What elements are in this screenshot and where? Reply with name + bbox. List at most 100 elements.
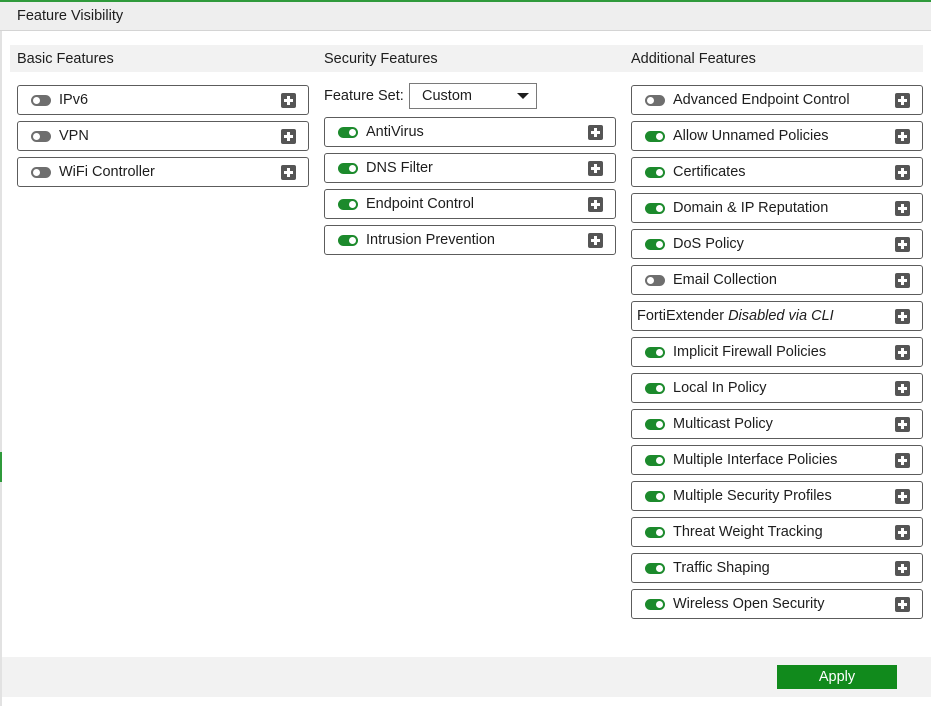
- plus-icon[interactable]: [588, 233, 603, 248]
- feature-row-dos-policy[interactable]: DoS Policy: [631, 229, 923, 259]
- plus-icon[interactable]: [588, 197, 603, 212]
- feature-row-intrusion-prevention[interactable]: Intrusion Prevention: [324, 225, 616, 255]
- plus-icon[interactable]: [895, 381, 910, 396]
- feature-label: VPN: [59, 128, 89, 144]
- feature-row-wifi-controller[interactable]: WiFi Controller: [17, 157, 309, 187]
- feature-row-multicast-policy[interactable]: Multicast Policy: [631, 409, 923, 439]
- feature-row-traffic-shaping[interactable]: Traffic Shaping: [631, 553, 923, 583]
- feature-row-multiple-security-profiles[interactable]: Multiple Security Profiles: [631, 481, 923, 511]
- feature-set-label: Feature Set:: [324, 88, 404, 104]
- plus-icon[interactable]: [281, 165, 296, 180]
- plus-icon[interactable]: [895, 129, 910, 144]
- toggle-knob: [349, 165, 356, 172]
- feature-row-implicit-firewall-policies[interactable]: Implicit Firewall Policies: [631, 337, 923, 367]
- toggle-switch[interactable]: [338, 127, 358, 138]
- toggle-switch[interactable]: [645, 599, 665, 610]
- toggle-knob: [349, 129, 356, 136]
- plus-icon[interactable]: [895, 165, 910, 180]
- toggle-knob: [349, 237, 356, 244]
- plus-icon[interactable]: [895, 561, 910, 576]
- additional-features-header: Additional Features: [631, 51, 756, 67]
- toggle-knob: [33, 97, 40, 104]
- toggle-switch[interactable]: [645, 383, 665, 394]
- feature-label: Multiple Interface Policies: [673, 452, 838, 468]
- toggle-knob: [656, 529, 663, 536]
- toggle-knob: [656, 349, 663, 356]
- plus-icon[interactable]: [895, 201, 910, 216]
- feature-set-select[interactable]: Custom: [409, 83, 537, 109]
- toggle-knob: [647, 97, 654, 104]
- plus-icon[interactable]: [588, 161, 603, 176]
- feature-row-advanced-endpoint-control[interactable]: Advanced Endpoint Control: [631, 85, 923, 115]
- feature-row-certificates[interactable]: Certificates: [631, 157, 923, 187]
- plus-icon[interactable]: [281, 93, 296, 108]
- plus-icon[interactable]: [895, 309, 910, 324]
- feature-row-local-in-policy[interactable]: Local In Policy: [631, 373, 923, 403]
- plus-icon[interactable]: [895, 273, 910, 288]
- feature-label: AntiVirus: [366, 124, 424, 140]
- toggle-switch[interactable]: [31, 131, 51, 142]
- toggle-switch[interactable]: [645, 491, 665, 502]
- toggle-switch[interactable]: [645, 275, 665, 286]
- feature-row-fortiextender[interactable]: FortiExtender Disabled via CLI: [631, 301, 923, 331]
- plus-icon[interactable]: [895, 93, 910, 108]
- feature-row-ipv6[interactable]: IPv6: [17, 85, 309, 115]
- toggle-switch[interactable]: [645, 455, 665, 466]
- toggle-knob: [656, 133, 663, 140]
- feature-label: Intrusion Prevention: [366, 232, 495, 248]
- feature-label: Traffic Shaping: [673, 560, 770, 576]
- feature-label: Domain & IP Reputation: [673, 200, 829, 216]
- plus-icon[interactable]: [895, 345, 910, 360]
- toggle-switch[interactable]: [31, 167, 51, 178]
- toggle-switch[interactable]: [338, 199, 358, 210]
- plus-icon[interactable]: [895, 597, 910, 612]
- apply-button[interactable]: Apply: [777, 665, 897, 689]
- feature-row-dns-filter[interactable]: DNS Filter: [324, 153, 616, 183]
- toggle-switch[interactable]: [645, 95, 665, 106]
- plus-icon[interactable]: [281, 129, 296, 144]
- plus-icon[interactable]: [895, 417, 910, 432]
- toggle-switch[interactable]: [645, 167, 665, 178]
- plus-icon[interactable]: [895, 489, 910, 504]
- feature-note: Disabled via CLI: [728, 308, 834, 324]
- toggle-switch[interactable]: [645, 239, 665, 250]
- toggle-switch[interactable]: [338, 235, 358, 246]
- page-title: Feature Visibility: [17, 8, 124, 24]
- toggle-switch[interactable]: [645, 131, 665, 142]
- toggle-knob: [33, 169, 40, 176]
- toggle-knob: [656, 385, 663, 392]
- toggle-switch[interactable]: [645, 563, 665, 574]
- feature-row-threat-weight-tracking[interactable]: Threat Weight Tracking: [631, 517, 923, 547]
- feature-label: Email Collection: [673, 272, 777, 288]
- feature-row-email-collection[interactable]: Email Collection: [631, 265, 923, 295]
- plus-icon[interactable]: [588, 125, 603, 140]
- toggle-knob: [656, 205, 663, 212]
- feature-row-wireless-open-security[interactable]: Wireless Open Security: [631, 589, 923, 619]
- toggle-switch[interactable]: [338, 163, 358, 174]
- feature-row-domain-and-ip-reputation[interactable]: Domain & IP Reputation: [631, 193, 923, 223]
- feature-row-allow-unnamed-policies[interactable]: Allow Unnamed Policies: [631, 121, 923, 151]
- toggle-switch[interactable]: [31, 95, 51, 106]
- toggle-switch[interactable]: [645, 347, 665, 358]
- feature-row-antivirus[interactable]: AntiVirus: [324, 117, 616, 147]
- feature-label: DNS Filter: [366, 160, 433, 176]
- feature-row-vpn[interactable]: VPN: [17, 121, 309, 151]
- feature-label: DoS Policy: [673, 236, 744, 252]
- toggle-knob: [656, 601, 663, 608]
- toggle-switch[interactable]: [645, 203, 665, 214]
- chevron-down-icon: [517, 93, 529, 99]
- plus-icon[interactable]: [895, 237, 910, 252]
- basic-features-header: Basic Features: [17, 51, 114, 67]
- toggle-switch[interactable]: [645, 527, 665, 538]
- toggle-knob: [656, 421, 663, 428]
- plus-icon[interactable]: [895, 525, 910, 540]
- plus-icon[interactable]: [895, 453, 910, 468]
- feature-row-endpoint-control[interactable]: Endpoint Control: [324, 189, 616, 219]
- feature-row-multiple-interface-policies[interactable]: Multiple Interface Policies: [631, 445, 923, 475]
- toggle-knob: [349, 201, 356, 208]
- feature-label: WiFi Controller: [59, 164, 155, 180]
- feature-label: Wireless Open Security: [673, 596, 825, 612]
- feature-label: Threat Weight Tracking: [673, 524, 823, 540]
- toggle-switch[interactable]: [645, 419, 665, 430]
- toggle-knob: [656, 457, 663, 464]
